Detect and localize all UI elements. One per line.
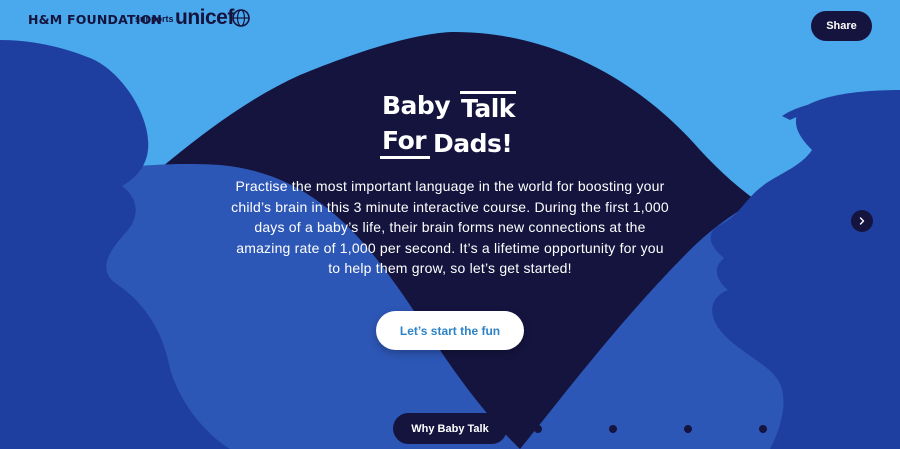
header: H&M FOUNDATION supports unicef Share: [0, 0, 900, 50]
logo-word-dads: Dads!: [433, 129, 513, 158]
chevron-right-icon: [859, 217, 865, 225]
supports-text: supports: [135, 14, 174, 24]
logo-word-talk: Talk: [461, 94, 515, 123]
logo-word-baby: Baby: [382, 91, 451, 120]
step-nav-dot-4[interactable]: [684, 425, 692, 433]
baby-talk-for-dads-logo: Baby Talk For Dads!: [380, 90, 525, 160]
step-nav-why-baby-talk[interactable]: Why Baby Talk: [393, 413, 507, 444]
step-nav-dot-2[interactable]: [534, 425, 542, 433]
intro-paragraph: Practise the most important language in …: [231, 178, 669, 276]
start-course-button[interactable]: Let’s start the fun: [376, 311, 524, 350]
page: H&M FOUNDATION supports unicef Share Bab…: [0, 0, 900, 449]
share-button[interactable]: Share: [811, 11, 872, 41]
step-nav-dot-5[interactable]: [759, 425, 767, 433]
logo-word-for: For: [382, 126, 427, 155]
step-nav-dot-3[interactable]: [609, 425, 617, 433]
unicef-globe-icon: [232, 9, 250, 27]
for-underline: [380, 156, 430, 159]
next-slide-button[interactable]: [851, 210, 873, 232]
unicef-logo[interactable]: unicef: [175, 6, 234, 30]
